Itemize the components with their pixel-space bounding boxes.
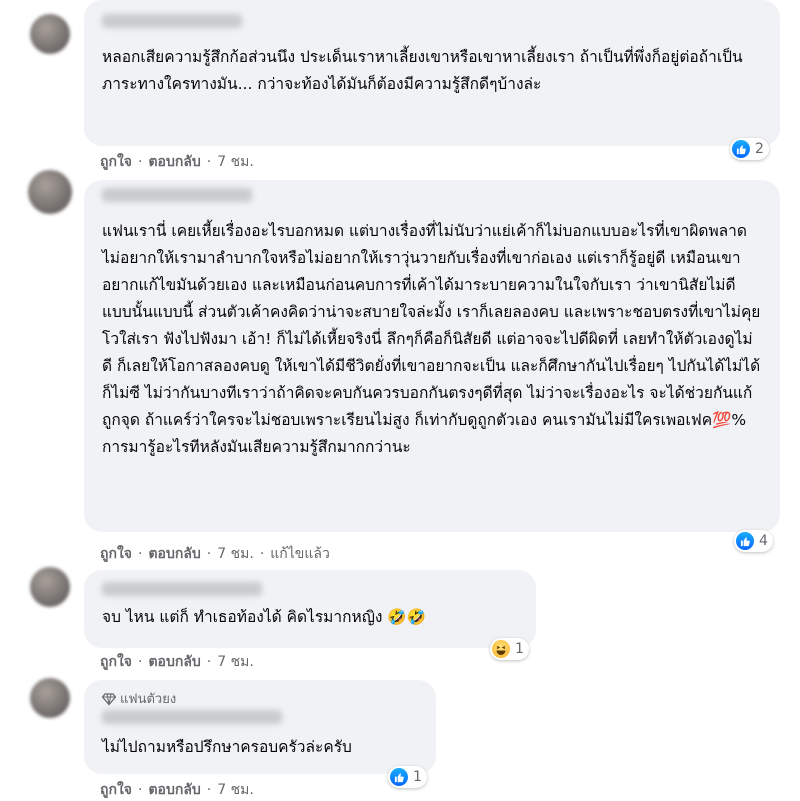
reaction-summary[interactable]: 1 <box>490 638 529 660</box>
reaction-summary[interactable]: 2 <box>730 138 769 160</box>
commenter-name-blurred[interactable] <box>102 582 262 596</box>
like-link[interactable]: ถูกใจ <box>100 651 132 673</box>
comment-text: หลอกเสียความรู้สึกก้อส่วนนึง ประเด็นเราห… <box>102 48 743 93</box>
comment-bubble: แฟนตัวยง ไม่ไปถามหรือปรึกษาครอบครัวล่ะคร… <box>84 680 436 774</box>
commenter-avatar[interactable] <box>30 678 70 718</box>
comment-bubble: แฟนเรานี่ เคยเหี้ยเรื่องอะไรบอกหมด แต่บา… <box>84 180 780 532</box>
haha-icon <box>492 640 510 658</box>
like-icon <box>732 140 750 158</box>
commenter-name-blurred[interactable] <box>102 710 282 724</box>
separator: · <box>138 154 143 170</box>
commenter-avatar[interactable] <box>30 567 70 607</box>
badge-label: แฟนตัวยง <box>120 692 177 707</box>
like-icon <box>736 532 754 550</box>
reaction-count: 2 <box>755 141 764 157</box>
timestamp[interactable]: 7 ชม. <box>217 543 254 565</box>
reaction-summary[interactable]: 4 <box>734 530 773 552</box>
comment-actions: ถูกใจ · ตอบกลับ · 7 ชม. <box>100 151 254 173</box>
timestamp[interactable]: 7 ชม. <box>217 151 254 173</box>
reaction-count: 1 <box>515 641 524 657</box>
commenter-avatar[interactable] <box>30 14 70 54</box>
diamond-icon <box>102 692 116 705</box>
timestamp[interactable]: 7 ชม. <box>217 651 254 673</box>
comment-actions: ถูกใจ · ตอบกลับ · 7 ชม. <box>100 651 254 673</box>
comment-bubble: จบ ไหน แต่ก็ ทำเธอท้องได้ คิดไรมากหญิง 🤣… <box>84 570 536 648</box>
edited-label[interactable]: แก้ไขแล้ว <box>270 543 330 565</box>
comment-text: แฟนเรานี่ เคยเหี้ยเรื่องอะไรบอกหมด แต่บา… <box>102 222 761 456</box>
separator: · <box>138 782 143 798</box>
like-icon <box>390 768 408 786</box>
reply-link[interactable]: ตอบกลับ <box>148 543 200 565</box>
comment-text: จบ ไหน แต่ก็ ทำเธอท้องได้ คิดไรมากหญิง 🤣… <box>102 608 427 626</box>
reaction-summary[interactable]: 1 <box>388 766 427 788</box>
commenter-avatar[interactable] <box>28 170 72 214</box>
top-fan-badge[interactable]: แฟนตัวยง <box>102 688 176 709</box>
commenter-name-blurred[interactable] <box>102 188 252 202</box>
commenter-name-blurred[interactable] <box>102 14 242 28</box>
comment-text: ไม่ไปถามหรือปรึกษาครอบครัวล่ะครับ <box>102 738 352 756</box>
like-link[interactable]: ถูกใจ <box>100 151 132 173</box>
reply-link[interactable]: ตอบกลับ <box>148 651 200 673</box>
separator: · <box>206 154 212 170</box>
comment-bubble: หลอกเสียความรู้สึกก้อส่วนนึง ประเด็นเราห… <box>84 0 780 146</box>
separator: · <box>206 654 212 670</box>
reaction-count: 4 <box>759 533 768 549</box>
comment-actions: ถูกใจ · ตอบกลับ · 7 ชม. · แก้ไขแล้ว <box>100 543 330 565</box>
like-link[interactable]: ถูกใจ <box>100 543 132 565</box>
separator: · <box>138 654 143 670</box>
separator: · <box>259 546 265 562</box>
reaction-count: 1 <box>413 769 422 785</box>
reply-link[interactable]: ตอบกลับ <box>148 151 200 173</box>
separator: · <box>206 782 212 798</box>
separator: · <box>206 546 212 562</box>
separator: · <box>138 546 143 562</box>
